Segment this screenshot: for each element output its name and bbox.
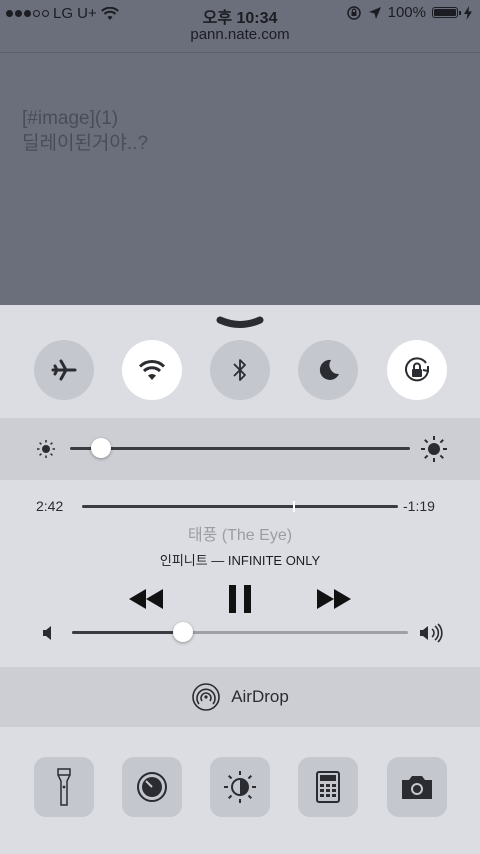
rotation-lock-icon (405, 357, 429, 382)
scrubber-track[interactable] (82, 505, 398, 508)
camera-button[interactable] (387, 757, 447, 817)
address-bar-url[interactable]: pann.nate.com (0, 26, 480, 43)
remaining-time: -1:19 (403, 498, 435, 514)
background-page: LG U+ 오후 10:34 100% pann.nate.com [#imag… (0, 0, 480, 310)
grabber-chevron-icon[interactable] (216, 315, 264, 331)
brightness-high-icon (421, 436, 447, 462)
night-shift-icon (224, 771, 256, 803)
timer-icon (137, 772, 167, 802)
brightness-low-icon (37, 440, 55, 458)
wifi-icon (138, 360, 166, 380)
calculator-icon (316, 771, 340, 803)
page-line-2: 딜레이된거야..? (22, 133, 149, 154)
brightness-section (0, 418, 480, 480)
night-shift-button[interactable] (210, 757, 270, 817)
pause-button[interactable] (222, 583, 258, 615)
rewind-button[interactable] (124, 583, 168, 615)
brightness-slider-thumb[interactable] (90, 438, 111, 458)
airdrop-button[interactable]: AirDrop (0, 667, 480, 727)
flashlight-button[interactable] (34, 757, 94, 817)
status-bar: LG U+ 오후 10:34 100% (0, 0, 480, 27)
location-arrow-icon (368, 6, 381, 19)
brightness-slider-track[interactable] (70, 447, 410, 450)
volume-slider-thumb[interactable] (172, 622, 193, 642)
battery-percent: 100% (387, 4, 426, 21)
volume-high-icon (420, 623, 443, 643)
moon-icon (319, 359, 339, 380)
scrubber-playhead[interactable] (292, 501, 295, 512)
toggle-row (0, 340, 480, 400)
airdrop-icon (192, 683, 220, 711)
airplane-mode-toggle[interactable] (34, 340, 94, 400)
wifi-toggle[interactable] (122, 340, 182, 400)
song-title: 태풍 (The Eye) (187, 527, 293, 544)
volume-low-icon (43, 626, 51, 640)
control-center: 2:42 -1:19 태풍 (The Eye) 인피니트 — INFINITE … (0, 305, 480, 854)
camera-icon (402, 776, 432, 799)
do-not-disturb-toggle[interactable] (298, 340, 358, 400)
rotation-lock-toggle[interactable] (387, 340, 447, 400)
flashlight-icon (57, 768, 71, 806)
charging-bolt-icon (464, 5, 472, 20)
bluetooth-icon (233, 359, 246, 381)
shortcut-row (0, 757, 480, 819)
status-right: 100% (346, 4, 472, 21)
timer-button[interactable] (122, 757, 182, 817)
volume-slider-fill (72, 631, 183, 634)
page-content: [#image](1) 딜레이된거야..? (22, 106, 148, 156)
calculator-button[interactable] (298, 757, 358, 817)
fast-forward-icon (317, 589, 351, 609)
battery-icon (432, 7, 461, 18)
rewind-icon (129, 589, 163, 609)
airdrop-label: AirDrop (231, 687, 289, 706)
music-controls: 2:42 -1:19 태풍 (The Eye) 인피니트 — INFINITE … (0, 488, 480, 663)
song-artist: 인피니트 — INFINITE ONLY (159, 553, 321, 568)
address-bar-divider (0, 52, 480, 53)
rotation-lock-status-icon (346, 5, 361, 20)
page-line-1: [#image](1) (22, 108, 119, 129)
pause-icon (229, 585, 251, 613)
elapsed-time: 2:42 (36, 498, 64, 514)
fast-forward-button[interactable] (312, 583, 356, 615)
airplane-icon (51, 359, 77, 381)
bluetooth-toggle[interactable] (210, 340, 270, 400)
